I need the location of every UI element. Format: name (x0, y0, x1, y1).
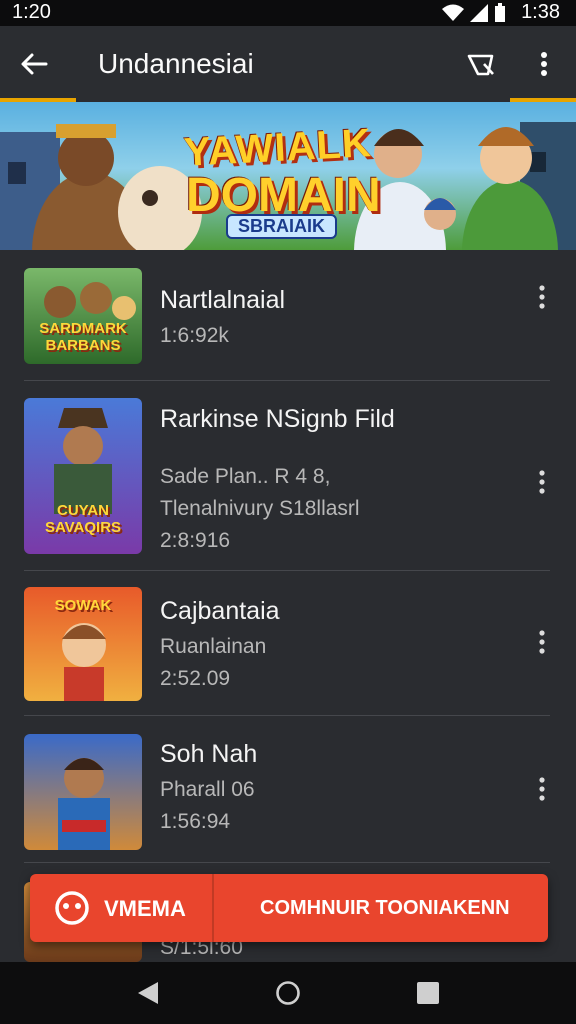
clock-left: 1:20 (12, 1, 51, 23)
cta-bar: VMEMA COMHNUIR TOONIAKENN (30, 874, 548, 942)
cta-continue-button[interactable]: COMHNUIR TOONIAKENN (260, 897, 510, 920)
app-bar: Undannesiai (0, 26, 576, 100)
item-meta: Pharall 06 (160, 778, 255, 801)
nav-home-icon[interactable] (275, 980, 301, 1006)
back-arrow-icon[interactable] (18, 48, 50, 80)
system-nav-bar (0, 962, 576, 1024)
signal-icon (470, 4, 488, 22)
item-meta: 1:6:92k (160, 324, 229, 347)
divider (24, 715, 550, 716)
wifi-icon (442, 4, 464, 21)
item-meta: 2:52.09 (160, 667, 231, 690)
item-meta: 2:8:916 (160, 529, 231, 552)
item-meta: Ruanlainan (160, 635, 267, 658)
divider (24, 570, 550, 571)
item-title: Rarkinse NSignb Fild (160, 405, 395, 433)
system-icons (442, 3, 506, 23)
item-title: Nartlalnaial (160, 286, 286, 314)
thumbnail: SARDMARK BARBANS (24, 268, 142, 364)
item-meta: 1:56:94 (160, 810, 231, 833)
thumbnail-caption: SARDMARK BARBANS (39, 320, 127, 354)
featured-banner[interactable]: YAWIALK DOMAIN SBRAIAIK (0, 102, 576, 250)
banner-subtitle: SBRAIAIK (226, 214, 338, 239)
clock-right: 1:38 (521, 1, 560, 23)
item-overflow-icon[interactable] (536, 469, 548, 495)
nav-back-icon[interactable] (136, 980, 160, 1006)
item-overflow-icon[interactable] (536, 776, 548, 802)
thumbnail-art (58, 758, 110, 850)
brand-logo-icon[interactable] (52, 890, 92, 926)
divider (24, 380, 550, 381)
page-title: Undannesiai (98, 48, 254, 79)
item-overflow-icon[interactable] (536, 284, 548, 310)
thumbnail-caption: SOWAK (54, 597, 112, 614)
overflow-menu-icon[interactable] (530, 48, 558, 80)
item-meta: Sade Plan.. R 4 8, (160, 465, 331, 488)
item-meta: Tlenalnivury S18llasrl (160, 497, 360, 520)
battery-icon (495, 3, 505, 22)
thumbnail (24, 734, 142, 850)
cta-separator (212, 874, 214, 942)
item-title: Soh Nah (160, 740, 258, 768)
thumbnail: CUYAN SAVAQIRS (24, 398, 142, 554)
cast-icon[interactable] (466, 50, 498, 80)
divider (24, 862, 550, 863)
thumbnail: SOWAK (24, 587, 142, 701)
nav-recents-icon[interactable] (416, 981, 440, 1005)
item-title: Cajbantaia (160, 597, 280, 625)
item-overflow-icon[interactable] (536, 629, 548, 655)
cta-left-button[interactable]: VMEMA (104, 896, 186, 922)
thumbnail-caption: CUYAN SAVAQIRS (44, 502, 122, 536)
status-bar: 1:20 1:38 (0, 0, 576, 26)
